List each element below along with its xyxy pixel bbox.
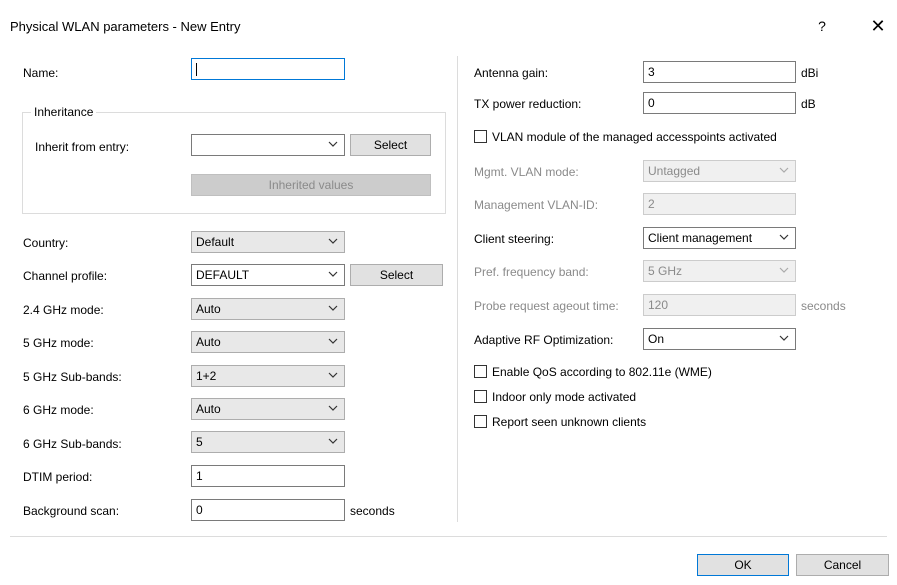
close-button[interactable]: ✕ (866, 14, 890, 38)
cancel-label: Cancel (823, 558, 862, 572)
help-button[interactable]: ? (812, 14, 832, 38)
country-label: Country: (23, 236, 69, 250)
ghz5-mode-select[interactable]: Auto (191, 331, 345, 353)
chevron-down-icon (779, 167, 789, 173)
column-divider (457, 56, 458, 522)
channel-profile-value: DEFAULT (196, 268, 250, 282)
name-field[interactable] (191, 58, 345, 80)
client-steering-value: Client management (648, 231, 753, 245)
mgmt-vlan-mode-label: Mgmt. VLAN mode: (474, 165, 579, 179)
bg-scan-unit: seconds (350, 504, 395, 518)
adaptive-rf-select[interactable]: On (643, 328, 796, 350)
report-unknown-checkbox[interactable] (474, 415, 487, 428)
title-bar: Physical WLAN parameters - New Entry ? ✕ (0, 0, 897, 44)
ghz5-subbands-value: 1+2 (196, 369, 217, 383)
bg-scan-field[interactable]: 0 (191, 499, 345, 521)
channel-profile-label: Channel profile: (23, 269, 108, 283)
report-unknown-label: Report seen unknown clients (492, 415, 647, 429)
country-value: Default (196, 235, 235, 249)
ghz5-subbands-label: 5 GHz Sub-bands: (23, 370, 122, 384)
dialog-title: Physical WLAN parameters - New Entry (10, 19, 241, 34)
ok-label: OK (734, 558, 752, 572)
inherit-from-label: Inherit from entry: (35, 140, 130, 154)
chevron-down-icon (328, 372, 338, 378)
inherited-values-button[interactable]: Inherited values (191, 174, 431, 196)
text-cursor (196, 63, 197, 77)
pref-band-select[interactable]: 5 GHz (643, 260, 796, 282)
ghz6-subbands-value: 5 (196, 435, 203, 449)
dtim-label: DTIM period: (23, 470, 93, 484)
chevron-down-icon (328, 271, 338, 277)
inherit-select-button[interactable]: Select (350, 134, 431, 156)
adaptive-rf-value: On (648, 332, 665, 346)
ghz24-mode-select[interactable]: Auto (191, 298, 345, 320)
ghz5-subbands-select[interactable]: 1+2 (191, 365, 345, 387)
inheritance-groupbox (22, 112, 446, 214)
vlan-module-label: VLAN module of the managed accesspoints … (492, 130, 777, 144)
chevron-down-icon (328, 338, 338, 344)
footer-divider (10, 536, 887, 537)
chevron-down-icon (779, 234, 789, 240)
client-steering-label: Client steering: (474, 232, 555, 246)
probe-ageout-unit: seconds (801, 299, 846, 313)
antenna-gain-field[interactable]: 3 (643, 61, 796, 83)
chevron-down-icon (779, 335, 789, 341)
ok-button[interactable]: OK (697, 554, 789, 576)
ghz6-subbands-label: 6 GHz Sub-bands: (23, 437, 122, 451)
ghz5-mode-label: 5 GHz mode: (23, 336, 94, 350)
ghz24-mode-value: Auto (196, 302, 221, 316)
probe-ageout-field[interactable]: 120 (643, 294, 796, 316)
inherit-from-select[interactable] (191, 134, 345, 156)
bg-scan-label: Background scan: (23, 504, 120, 518)
ghz6-subbands-select[interactable]: 5 (191, 431, 345, 453)
dtim-field[interactable]: 1 (191, 465, 345, 487)
chevron-down-icon (328, 438, 338, 444)
ghz6-mode-value: Auto (196, 402, 221, 416)
ghz6-mode-label: 6 GHz mode: (23, 403, 94, 417)
mgmt-vlan-mode-select[interactable]: Untagged (643, 160, 796, 182)
tx-power-unit: dB (801, 97, 816, 111)
ghz6-mode-select[interactable]: Auto (191, 398, 345, 420)
country-select[interactable]: Default (191, 231, 345, 253)
inherit-select-label: Select (373, 138, 408, 152)
chevron-down-icon (779, 267, 789, 273)
mgmt-vlan-id-field[interactable]: 2 (643, 193, 796, 215)
dialog-content: Name: Inheritance Inherit from entry: Se… (0, 44, 897, 585)
ghz24-mode-label: 2.4 GHz mode: (23, 303, 104, 317)
pref-band-value: 5 GHz (648, 264, 683, 278)
inheritance-legend: Inheritance (31, 105, 97, 119)
pref-band-label: Pref. frequency band: (474, 265, 589, 279)
cancel-button[interactable]: Cancel (796, 554, 889, 576)
probe-ageout-label: Probe request ageout time: (474, 299, 619, 313)
tx-power-field[interactable]: 0 (643, 92, 796, 114)
chevron-down-icon (328, 405, 338, 411)
channel-profile-select-button[interactable]: Select (350, 264, 443, 286)
name-label: Name: (23, 66, 59, 80)
chevron-down-icon (328, 238, 338, 244)
client-steering-select[interactable]: Client management (643, 227, 796, 249)
chevron-down-icon (328, 305, 338, 311)
indoor-only-checkbox[interactable] (474, 390, 487, 403)
mgmt-vlan-mode-value: Untagged (648, 164, 701, 178)
inherited-values-label: Inherited values (268, 178, 354, 192)
tx-power-label: TX power reduction: (474, 97, 582, 111)
antenna-gain-label: Antenna gain: (474, 66, 549, 80)
mgmt-vlan-id-label: Management VLAN-ID: (474, 198, 599, 212)
ghz5-mode-value: Auto (196, 335, 221, 349)
qos-checkbox[interactable] (474, 365, 487, 378)
channel-profile-select[interactable]: DEFAULT (191, 264, 345, 286)
adaptive-rf-label: Adaptive RF Optimization: (474, 333, 614, 347)
qos-label: Enable QoS according to 802.11e (WME) (492, 365, 712, 379)
chevron-down-icon (328, 141, 338, 147)
dialog-window: Physical WLAN parameters - New Entry ? ✕… (0, 0, 897, 585)
indoor-only-label: Indoor only mode activated (492, 390, 637, 404)
channel-select-label: Select (379, 268, 414, 282)
antenna-gain-unit: dBi (801, 66, 819, 80)
vlan-module-checkbox[interactable] (474, 130, 487, 143)
